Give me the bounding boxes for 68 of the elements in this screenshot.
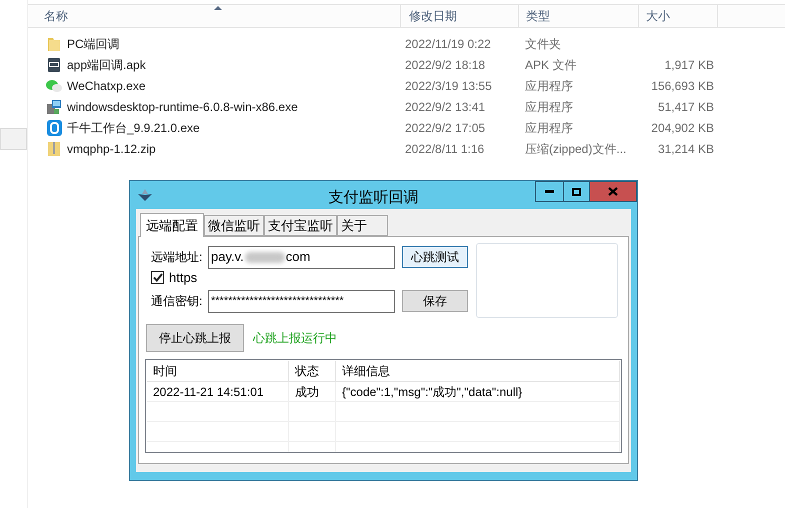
column-label: 名称 (44, 8, 68, 25)
close-icon (608, 187, 618, 196)
modified-date: 2022/8/11 1:16 (405, 142, 484, 156)
app-logo-icon (138, 189, 152, 201)
status-text: 心跳上报运行中 (253, 330, 337, 347)
file-type: 压缩(zipped)文件... (525, 142, 626, 156)
table-cell-text: 2022-11-21 14:51:01 (153, 384, 264, 400)
app-icon (46, 120, 62, 136)
chat-bubbles-icon (46, 78, 62, 92)
column-header[interactable]: 大小 (638, 5, 718, 27)
column-header[interactable]: 修改日期 (400, 5, 518, 27)
column-label: 详细信息 (342, 363, 390, 380)
modified-date: 2022/9/2 17:05 (405, 120, 486, 134)
column-header[interactable]: 详细信息 (336, 361, 620, 381)
file-size: 204,902 KB (651, 120, 714, 134)
zip-file-icon (47, 140, 61, 156)
column-header[interactable]: 类型 (518, 5, 638, 27)
minimize-icon (545, 190, 554, 193)
file-name[interactable]: 千牛工作台_9.9.21.0.exe (67, 118, 200, 136)
file-size: 51,417 KB (658, 100, 714, 114)
file-type: APK 文件 (525, 58, 576, 72)
file-type: 文件夹 (525, 36, 561, 50)
modified-date: 2022/3/19 13:55 (405, 78, 492, 92)
column-label: 修改日期 (409, 8, 457, 25)
installer-icon (46, 98, 62, 114)
file-size: 31,214 KB (658, 142, 714, 156)
stop-heartbeat-button[interactable]: 停止心跳上报 (146, 324, 244, 352)
column-label: 类型 (526, 8, 550, 25)
checkbox-label: https (169, 268, 198, 287)
address-field[interactable]: pay.v. com (208, 246, 395, 268)
column-label: 时间 (153, 363, 177, 380)
heartbeat-test-button[interactable]: 心跳测试 (402, 246, 468, 268)
file-size: 156,693 KB (651, 78, 714, 92)
column-label: 状态 (295, 363, 319, 380)
https-checkbox[interactable] (151, 271, 164, 284)
close-button[interactable] (590, 182, 636, 201)
column-header[interactable]: 状态 (289, 361, 336, 381)
folder-icon (47, 36, 61, 52)
maximize-icon (572, 188, 581, 196)
file-size: 1,917 KB (664, 58, 714, 72)
secret-field[interactable]: ******************************* (208, 290, 395, 312)
file-name[interactable]: app端回调.apk (67, 56, 146, 74)
save-button[interactable]: 保存 (402, 290, 468, 312)
tab[interactable]: 支付宝监听 (264, 215, 337, 236)
file-type: 应用程序 (525, 100, 573, 114)
file-name[interactable]: WeChatxp.exe (67, 76, 146, 94)
column-label: 大小 (646, 8, 670, 25)
file-type: 应用程序 (525, 78, 573, 92)
window-title: 支付监听回调 (328, 188, 418, 208)
table-cell-text: {"code":1,"msg":"成功","data":null} (342, 384, 522, 400)
file-icon (47, 56, 61, 72)
tab[interactable]: 远端配置 (140, 213, 204, 237)
tab[interactable]: 关于 (337, 215, 388, 236)
sort-arrow-icon (214, 6, 222, 10)
column-header[interactable]: 名称 (28, 5, 400, 27)
file-name[interactable]: windowsdesktop-runtime-6.0.8-win-x86.exe (67, 98, 298, 116)
file-type: 应用程序 (525, 120, 573, 134)
modified-date: 2022/9/2 18:18 (405, 58, 486, 72)
field-label: 通信密钥: (150, 293, 204, 310)
column-header[interactable]: 时间 (147, 361, 289, 381)
file-name[interactable]: vmqphp-1.12.zip (67, 140, 156, 158)
blurred-text (244, 252, 285, 262)
modified-date: 2022/9/2 13:41 (405, 100, 486, 114)
tab[interactable]: 微信监听 (204, 215, 264, 236)
modified-date: 2022/11/19 0:22 (405, 36, 491, 50)
table-cell-text: 成功 (295, 384, 319, 400)
field-label: 远端地址: (150, 249, 204, 266)
file-name[interactable]: PC端回调 (67, 34, 120, 52)
